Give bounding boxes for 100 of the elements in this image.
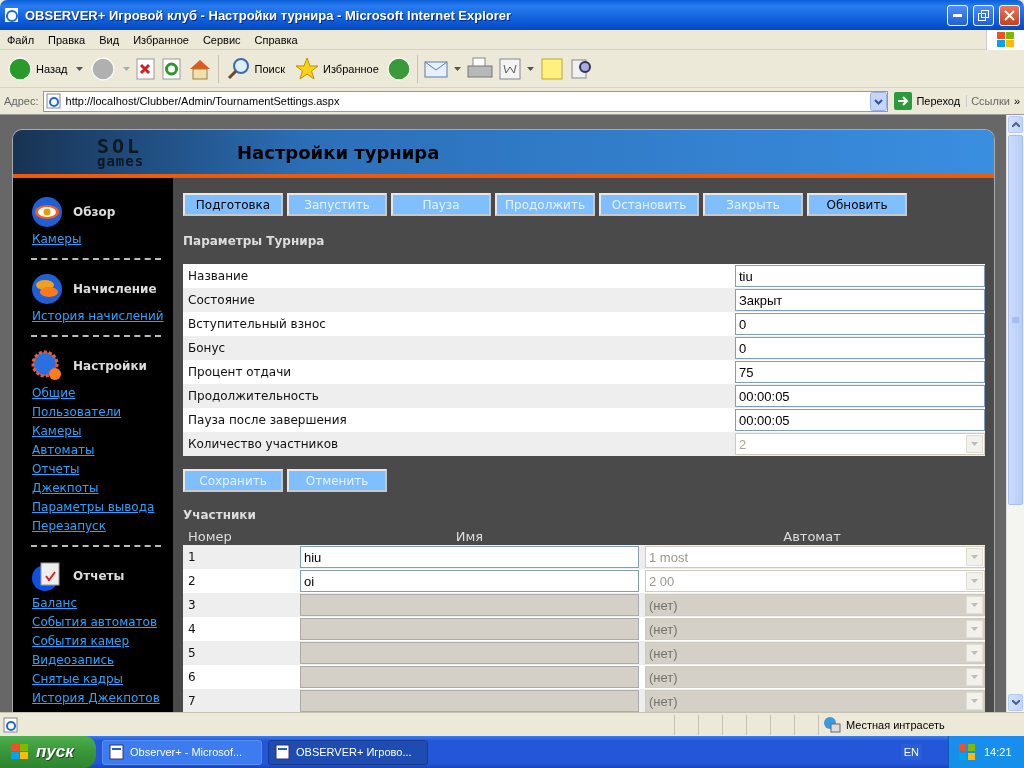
scroll-thumb[interactable] — [1008, 135, 1023, 505]
section-title: Отчеты — [73, 569, 125, 583]
sidebar-link[interactable]: Перезапуск — [32, 517, 173, 536]
action-button[interactable]: Подготовка — [183, 193, 283, 216]
dropdown-icon[interactable] — [870, 91, 888, 111]
section-title: Обзор — [73, 205, 116, 219]
links-label[interactable]: Ссылки — [966, 95, 1010, 107]
sidebar-link[interactable]: События камер — [32, 632, 173, 651]
input-field[interactable]: 75 — [735, 361, 985, 383]
refresh-icon[interactable] — [161, 57, 182, 80]
start-button[interactable]: пуск — [0, 736, 96, 768]
printer-icon[interactable] — [466, 56, 493, 81]
menu-item[interactable]: Избранное — [126, 33, 196, 46]
input-field[interactable]: 00:00:05 — [735, 385, 985, 407]
caret-icon — [75, 66, 83, 71]
word-icon[interactable] — [498, 57, 521, 80]
close-icon — [1004, 9, 1015, 21]
action-button[interactable]: Обновить — [807, 193, 907, 216]
sidebar-link[interactable]: Джекпоты — [32, 479, 173, 498]
search-button[interactable]: Поиск — [224, 53, 287, 84]
sidebar-link[interactable]: Общие — [32, 384, 173, 403]
sidebar-link[interactable]: Снятые кадры — [32, 670, 173, 689]
table-cell-text: 4 — [187, 622, 197, 636]
input-field[interactable]: tiu — [735, 265, 985, 287]
go-button[interactable]: Переход — [892, 86, 963, 116]
up-chevron-icon — [1011, 122, 1020, 127]
sidebar-link[interactable]: Камеры — [32, 230, 173, 249]
sidebar-link[interactable]: Камеры — [32, 422, 173, 441]
name-field[interactable]: oi — [300, 570, 639, 592]
field-label: Вступительный взнос — [188, 317, 327, 331]
input-field[interactable]: 0 — [735, 337, 985, 359]
field-label: Состояние — [188, 293, 256, 307]
table-cell-text: 6 — [187, 670, 197, 684]
input-field[interactable]: 0 — [735, 313, 985, 335]
coins-icon — [31, 273, 63, 305]
sidebar-link[interactable]: История начислений — [32, 307, 173, 326]
sidebar-link[interactable]: Видеозапись — [32, 651, 173, 670]
sidebar-link[interactable]: Автоматы — [32, 441, 173, 460]
favorites-button[interactable]: Избранное — [293, 53, 381, 84]
restore-button[interactable] — [973, 4, 994, 26]
caret-icon — [971, 675, 978, 679]
browser-icon — [4, 7, 20, 23]
address-field[interactable]: http://localhost/Clubber/Admin/TournamentSettings.aspx — [42, 90, 889, 112]
field-label: Продолжительность — [188, 389, 320, 403]
research-icon[interactable] — [569, 56, 594, 81]
caret-icon — [971, 555, 978, 559]
name-field[interactable]: hiu — [300, 546, 639, 568]
caret-icon — [526, 66, 534, 71]
menu-item[interactable]: Вид — [92, 33, 127, 46]
caret-icon — [971, 651, 978, 655]
taskbar-button[interactable]: Observer+ - Microsof... — [102, 739, 262, 765]
down-chevron-icon — [1011, 700, 1020, 705]
stop-icon[interactable] — [135, 57, 156, 80]
window-icon — [275, 744, 291, 760]
scroll-up-button[interactable] — [1008, 116, 1023, 133]
menu-item[interactable]: Справка — [247, 33, 305, 46]
field-label: Процент отдачи — [188, 365, 293, 379]
tray-icon — [958, 743, 976, 761]
caret-icon — [971, 603, 978, 607]
menu-item[interactable]: Файл — [0, 33, 42, 46]
address-label: Адрес: — [4, 95, 39, 107]
star-icon — [295, 56, 319, 81]
sidebar-link[interactable]: Пользователи — [32, 403, 173, 422]
network-icon — [823, 715, 841, 734]
restore-icon — [978, 9, 989, 21]
caret-icon — [971, 699, 978, 703]
column-header: Имя — [454, 529, 485, 545]
table-cell-text: 5 — [187, 646, 197, 660]
minimize-button[interactable] — [947, 4, 968, 26]
input-field[interactable]: Закрыт — [735, 289, 985, 311]
sidebar-link[interactable]: Баланс — [32, 594, 173, 613]
windows-flag-icon — [10, 743, 30, 761]
more-chevron[interactable]: » — [1013, 95, 1020, 107]
mail-icon[interactable] — [423, 58, 448, 79]
caret-icon — [971, 627, 978, 631]
caret-icon — [971, 442, 978, 446]
taskbar-button[interactable]: OBSERVER+ Игрово... — [268, 739, 428, 765]
search-icon — [226, 56, 251, 81]
scroll-down-button[interactable] — [1008, 694, 1023, 711]
section-title: Начисление — [73, 282, 157, 296]
menu-item[interactable]: Сервис — [195, 33, 248, 46]
table-cell-text: 7 — [187, 694, 197, 708]
zone-label: Местная интрасеть — [846, 718, 945, 731]
sidebar-link[interactable]: События автоматов — [32, 613, 173, 632]
field-label: Название — [188, 269, 250, 283]
table-cell-text: 1 — [187, 550, 197, 564]
sidebar-link[interactable]: Отчеты — [32, 460, 173, 479]
page-title: Настройки турнира — [237, 141, 440, 163]
back-button[interactable]: Назад — [6, 53, 70, 84]
close-button[interactable] — [999, 4, 1020, 26]
menu-item[interactable]: Правка — [41, 33, 93, 46]
gears-icon — [31, 350, 63, 382]
field-label: Количество участников — [188, 437, 340, 451]
caret-icon — [453, 66, 461, 71]
input-field[interactable]: 00:00:05 — [735, 409, 985, 431]
sidebar-link[interactable]: Параметры вывода — [32, 498, 173, 517]
language-indicator[interactable]: EN — [900, 744, 922, 760]
sidebar-link[interactable]: История Джекпотов — [32, 689, 173, 708]
section-heading: Параметры Турнира — [183, 233, 326, 250]
caret-icon — [122, 66, 130, 71]
